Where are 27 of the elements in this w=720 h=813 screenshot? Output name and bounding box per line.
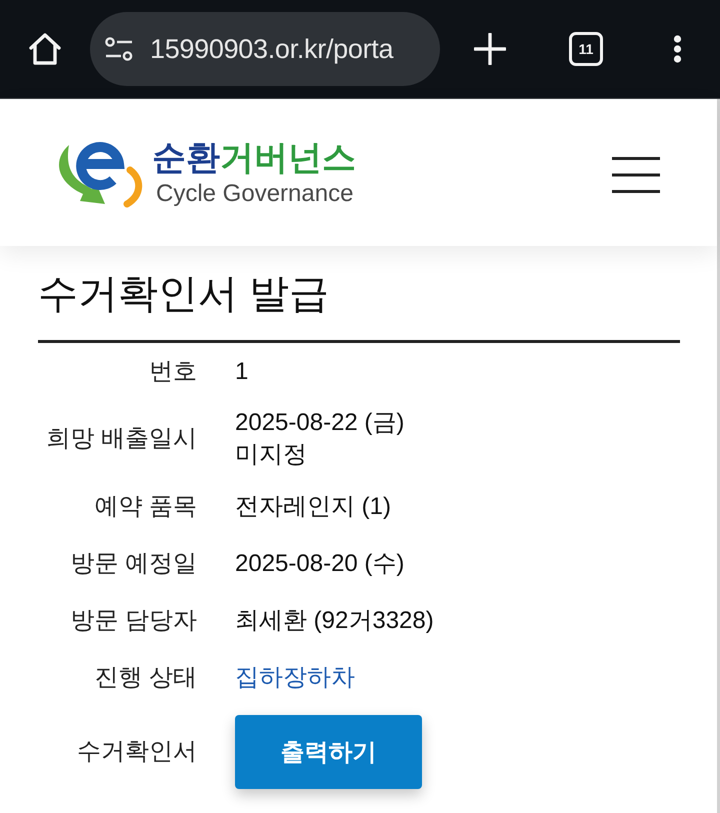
field-value: 전자레인지 (1) xyxy=(235,492,391,522)
field-label: 번호 xyxy=(148,356,197,386)
field-value: 1 xyxy=(235,356,248,386)
field-label: 방문 담당자 xyxy=(69,606,197,636)
field-value: 미지정 xyxy=(235,440,307,470)
more-menu-icon[interactable] xyxy=(673,35,682,63)
field-label: 희망 배출일시 xyxy=(45,424,197,454)
logo-wordmark: 순환 xyxy=(152,138,220,178)
field-label: 수거확인서 xyxy=(76,737,197,767)
site-settings-icon[interactable] xyxy=(105,37,133,61)
field-label: 예약 품목 xyxy=(93,492,197,522)
print-button[interactable]: 출력하기 xyxy=(235,715,422,789)
home-icon[interactable] xyxy=(27,31,63,67)
address-bar[interactable]: 15990903.or.kr/porta xyxy=(90,12,440,86)
status-value: 집하장하차 xyxy=(235,662,355,692)
field-label: 진행 상태 xyxy=(93,662,197,692)
field-value: 2025-08-22 (금) xyxy=(235,408,404,438)
field-label: 방문 예정일 xyxy=(69,548,197,578)
logo-wordmark: 거버넌스 xyxy=(220,138,356,178)
new-tab-icon[interactable] xyxy=(474,33,506,65)
page-title: 수거확인서 발급 xyxy=(38,271,330,318)
logo-tagline: Cycle Governance xyxy=(156,180,354,208)
menu-icon[interactable] xyxy=(612,156,660,192)
field-value: 2025-08-20 (수) xyxy=(235,548,404,578)
url-text: 15990903.or.kr/porta xyxy=(150,34,394,64)
field-value: 최세환 (92거3328) xyxy=(235,606,434,636)
tab-switcher-button[interactable]: 11 xyxy=(569,32,603,66)
